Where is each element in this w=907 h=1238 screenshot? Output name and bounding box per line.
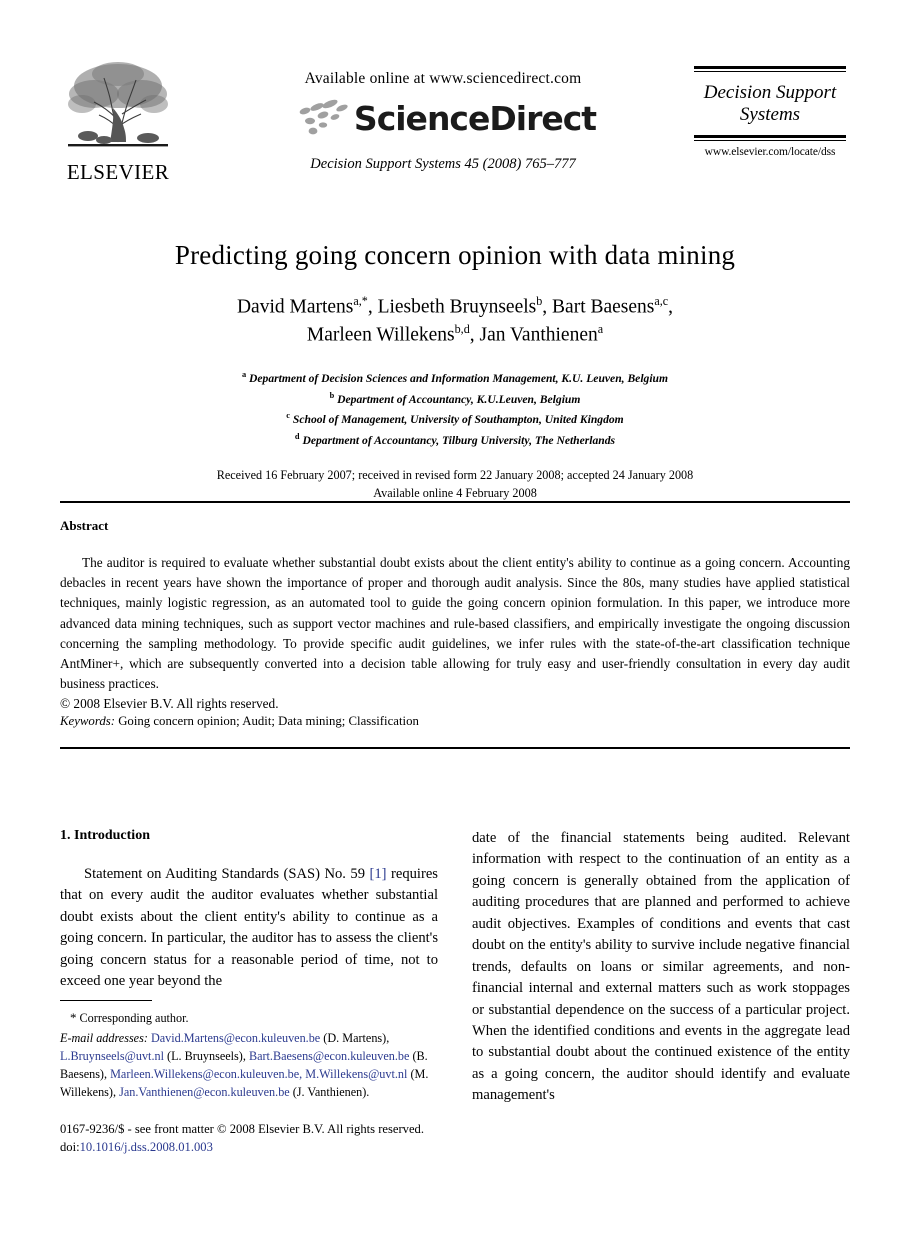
body-column-right: date of the financial statements being a… (472, 828, 850, 1107)
page-title: Predicting going concern opinion with da… (174, 240, 736, 270)
abstract-copyright: © 2008 Elsevier B.V. All rights reserved… (60, 696, 279, 712)
affiliation-marker: d (294, 431, 300, 441)
doi-label: doi: (60, 1140, 80, 1155)
corresponding-author-text: Corresponding author. (79, 1011, 189, 1025)
abstract-section: Abstract The auditor is required to eval… (60, 518, 850, 715)
front-matter-line: 0167-9236/$ - see front matter © 2008 El… (60, 1122, 424, 1136)
affiliation-item: a Department of Decision Sciences and In… (60, 368, 850, 389)
affiliation-marker: c (286, 411, 290, 421)
keywords-value: Going concern opinion; Audit; Data minin… (118, 714, 419, 728)
corresponding-author-note: * Corresponding author. (60, 1008, 438, 1028)
masthead: ELSEVIER Available online at www.science… (0, 0, 907, 210)
abstract-top-divider (60, 501, 850, 503)
affiliation-text: Department of Accountancy, Tilburg Unive… (302, 433, 616, 447)
email-link-baesens[interactable]: Bart.Baesens@econ.kuleuven.be (249, 1049, 409, 1063)
elsevier-tree-icon (68, 62, 168, 147)
affiliation-marker: b (329, 390, 335, 400)
author-line-1: David Martensa,*, Liesbeth Bruynseelsb, … (60, 293, 850, 321)
imprint-block: 0167-9236/$ - see front matter © 2008 El… (60, 1120, 460, 1157)
author-name: David Martens (236, 296, 354, 318)
journal-citation-line: Decision Support Systems 45 (2008) 765–7… (310, 156, 576, 172)
author-list: David Martensa,*, Liesbeth Bruynseelsb, … (60, 293, 850, 350)
email-link-willekens-kuleuven[interactable]: Marleen.Willekens@econ.kuleuven.be, (110, 1067, 302, 1081)
doi-line: doi:10.1016/j.dss.2008.01.003 (60, 1138, 460, 1156)
affiliation-item: c School of Management, University of So… (60, 409, 850, 430)
sciencedirect-swoosh-icon (299, 99, 348, 135)
author-name: , Bart Baesens (542, 296, 655, 318)
asterisk-icon: * (70, 1010, 77, 1025)
email-addresses-label: E-mail addresses: (60, 1030, 148, 1045)
affiliation-list: a Department of Decision Sciences and In… (60, 368, 850, 451)
abstract-text: The auditor is required to evaluate whet… (60, 555, 850, 692)
journal-box-top-rule (694, 66, 846, 72)
article-page: ELSEVIER Available online at www.science… (0, 0, 907, 1238)
author-affil-marker: a (597, 322, 604, 337)
email-link-bruynseels[interactable]: L.Bruynseels@uvt.nl (60, 1049, 164, 1063)
author-affil-marker: a,c (654, 294, 669, 309)
email-link-martens[interactable]: David.Martens@econ.kuleuven.be (151, 1031, 320, 1045)
affiliation-text: Department of Accountancy, K.U.Leuven, B… (337, 392, 581, 406)
author-affil-marker: b,d (454, 322, 470, 337)
author-separator: , (668, 296, 674, 318)
journal-title-line2: Systems (739, 104, 801, 126)
received-line: Received 16 February 2007; received in r… (216, 468, 694, 483)
footnote-divider (60, 1000, 152, 1001)
author-name: Marleen Willekens (306, 324, 455, 346)
email-owner-bruynseels: (L. Bruynseels), (167, 1048, 246, 1063)
intro-text-before-citation: Statement on Auditing Standards (SAS) No… (84, 866, 370, 882)
affiliation-text: Department of Decision Sciences and Info… (249, 371, 669, 385)
doi-link[interactable]: 10.1016/j.dss.2008.01.003 (80, 1140, 213, 1154)
sciencedirect-block: Available online at www.sciencedirect.co… (228, 70, 658, 173)
affiliation-marker: a (241, 369, 247, 379)
abstract-heading: Abstract (60, 518, 109, 533)
affiliation-item: d Department of Accountancy, Tilburg Uni… (60, 430, 850, 451)
keywords-label: Keywords: (60, 714, 115, 728)
email-link-vanthienen[interactable]: Jan.Vanthienen@econ.kuleuven.be (119, 1085, 290, 1099)
article-history: Received 16 February 2007; received in r… (60, 467, 850, 502)
journal-title-line1: Decision Support (703, 82, 837, 103)
journal-title: Decision Support Systems (694, 82, 846, 127)
journal-title-box: Decision Support Systems www.elsevier.co… (694, 66, 846, 158)
author-affil-marker: a,* (353, 294, 368, 309)
author-name: , Liesbeth Bruynseels (367, 296, 537, 318)
sciencedirect-wordmark: ScienceDirect (353, 98, 597, 138)
author-name: , Jan Vanthienen (469, 324, 598, 346)
email-addresses-note: E-mail addresses: David.Martens@econ.kul… (60, 1029, 438, 1102)
journal-box-bottom-rule (694, 134, 846, 141)
citation-link-1[interactable]: [1] (369, 866, 386, 882)
elsevier-wordmark: ELSEVIER (66, 160, 170, 184)
body-column-left: 1. Introduction Statement on Auditing St… (60, 828, 438, 993)
journal-homepage-url: www.elsevier.com/locate/dss (704, 145, 836, 158)
email-owner-vanthienen: (J. Vanthienen). (292, 1085, 370, 1100)
email-link-willekens-uvt[interactable]: M.Willekens@uvt.nl (305, 1067, 407, 1081)
intro-paragraph-left: Statement on Auditing Standards (SAS) No… (60, 864, 438, 993)
sciencedirect-logo: ScienceDirect (228, 96, 658, 140)
keywords-line: Keywords: Going concern opinion; Audit; … (60, 714, 850, 729)
affiliation-item: b Department of Accountancy, K.U.Leuven,… (60, 389, 850, 410)
keywords-bottom-divider (60, 747, 850, 749)
intro-paragraph-right: date of the financial statements being a… (472, 830, 850, 1104)
author-line-2: Marleen Willekensb,d, Jan Vanthienena (60, 321, 850, 349)
footnote-block: * Corresponding author. E-mail addresses… (60, 1008, 438, 1102)
title-block: Predicting going concern opinion with da… (60, 240, 850, 503)
available-online-text: Available online at www.sciencedirect.co… (304, 70, 582, 87)
section-heading-introduction: 1. Introduction (60, 828, 150, 843)
email-owner-martens: (D. Martens), (323, 1030, 390, 1045)
intro-text-after-citation: requires that on every audit the auditor… (60, 866, 438, 990)
affiliation-text: School of Management, University of Sout… (292, 413, 624, 426)
elsevier-logo: ELSEVIER (62, 56, 174, 183)
